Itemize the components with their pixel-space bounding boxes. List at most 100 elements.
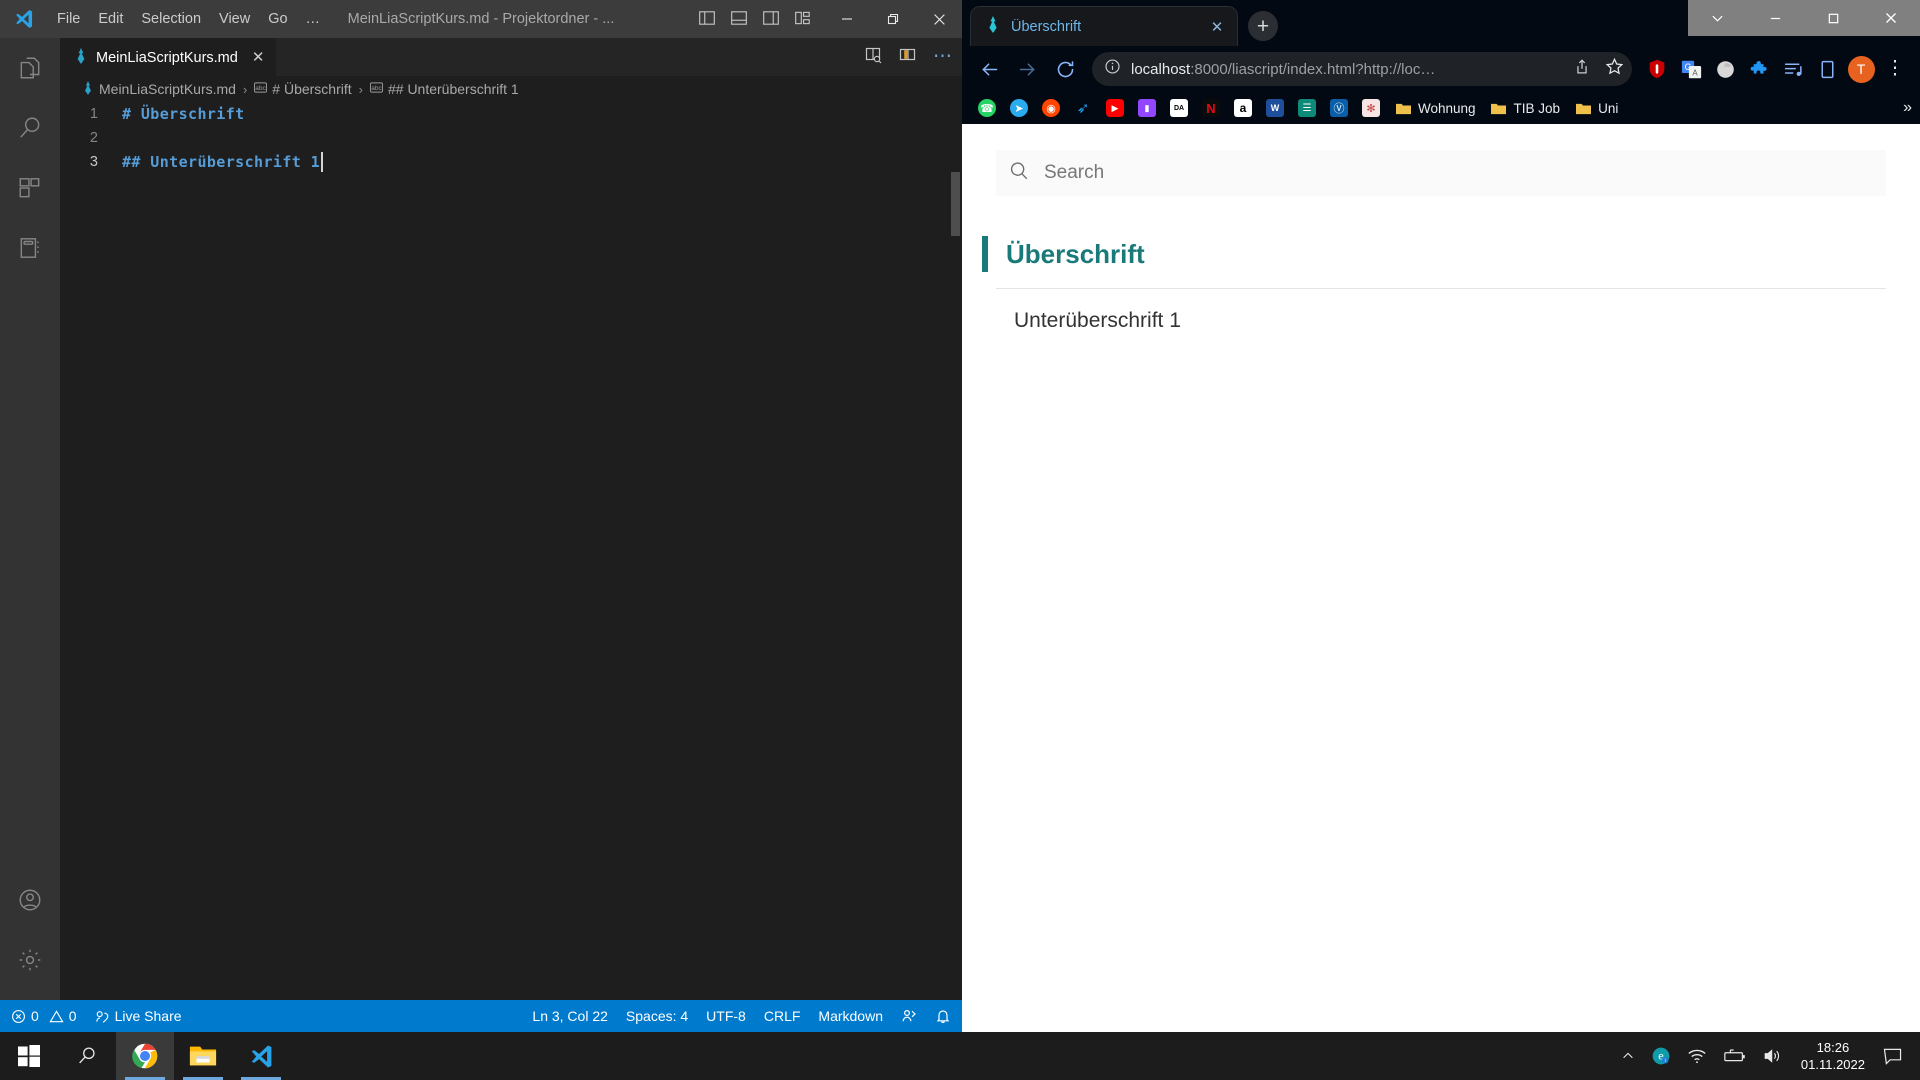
bookmarks-overflow-icon[interactable]: » [1903, 99, 1912, 117]
bookmark-folder-wohnung[interactable]: Wohnung [1388, 96, 1482, 120]
live-share-session-icon[interactable] [892, 1000, 926, 1032]
sidebar-item-manage-settings[interactable] [0, 930, 60, 990]
volume-icon[interactable] [1755, 1032, 1791, 1080]
share-icon[interactable] [1573, 58, 1591, 81]
menu-go[interactable]: Go [259, 5, 296, 33]
google-translate-icon[interactable]: GA [1676, 54, 1706, 84]
profile-avatar[interactable]: T [1846, 54, 1876, 84]
bookmark-label: TIB Job [1513, 100, 1561, 116]
chrome-tab-search-button[interactable] [1688, 0, 1746, 36]
windows-start-icon[interactable] [0, 1032, 58, 1080]
search-input[interactable]: Search [996, 150, 1886, 196]
bookmark-stempel[interactable]: ✻ [1356, 96, 1386, 120]
sidebar-item-explorer[interactable] [0, 38, 60, 98]
vscode-restore-button[interactable] [870, 0, 916, 38]
bookmark-telegram[interactable]: ➤ [1004, 96, 1034, 120]
breadcrumb-symbol-h2[interactable]: abc ## Unterüberschrift 1 [369, 81, 519, 97]
code-editor[interactable]: 1 # Überschrift 2 3 ## Unterüberschrift … [60, 102, 962, 1000]
editor-tab-meinliascriptkurs[interactable]: MeinLiaScriptKurs.md ✕ [60, 38, 278, 76]
chrome-close-button[interactable] [1862, 0, 1920, 36]
bookmark-twitter[interactable]: ➶ [1068, 96, 1098, 120]
taskbar-app-file-explorer[interactable] [174, 1032, 232, 1080]
breadcrumb-file[interactable]: MeinLiaScriptKurs.md [82, 80, 236, 98]
site-info-icon[interactable] [1104, 58, 1121, 80]
breadcrumb-symbol-h1[interactable]: abc # Überschrift [254, 81, 352, 97]
taskbar-search-icon[interactable] [58, 1032, 116, 1080]
ublock-origin-icon[interactable] [1642, 54, 1672, 84]
sidebar-item-liascript-preview[interactable] [0, 218, 60, 278]
bookmark-folder-tib-job[interactable]: TIB Job [1484, 96, 1567, 120]
notifications-bell-icon[interactable] [926, 1000, 960, 1032]
sidebar-item-accounts[interactable] [0, 870, 60, 930]
reading-list-icon[interactable] [1812, 54, 1842, 84]
open-preview-to-the-side-icon[interactable] [865, 46, 883, 69]
chrome-menu-icon[interactable]: ⋮ [1880, 54, 1910, 84]
show-hidden-icons-chevron[interactable] [1613, 1032, 1643, 1080]
status-eol[interactable]: CRLF [755, 1000, 810, 1032]
taskbar-app-vscode[interactable] [232, 1032, 290, 1080]
menu-edit[interactable]: Edit [89, 5, 132, 33]
reload-button[interactable] [1048, 52, 1082, 86]
toggle-panel-icon[interactable] [730, 9, 748, 30]
status-live-share[interactable]: Live Share [86, 1000, 191, 1032]
edge-icon[interactable]: ei [1643, 1032, 1679, 1080]
battery-icon[interactable] [1715, 1032, 1755, 1080]
bookmark-twitch[interactable]: ▮ [1132, 96, 1162, 120]
chrome-tab[interactable]: Überschrift ✕ [970, 6, 1238, 46]
sidebar-item-search[interactable] [0, 98, 60, 158]
code-line-active[interactable]: 3 ## Unterüberschrift 1 [60, 150, 962, 174]
toggle-secondary-sidebar-icon[interactable] [762, 9, 780, 30]
vscode-minimize-button[interactable] [824, 0, 870, 38]
bookmark-reddit[interactable]: ◉ [1036, 96, 1066, 120]
editor-tab-close-icon[interactable]: ✕ [252, 50, 265, 65]
code-line[interactable]: 1 # Überschrift [60, 102, 962, 126]
customize-layout-icon[interactable] [794, 9, 812, 30]
chrome-tab-close-icon[interactable]: ✕ [1207, 17, 1227, 37]
chrome-maximize-button[interactable] [1804, 0, 1862, 36]
menu-selection[interactable]: Selection [132, 5, 210, 33]
menu-more[interactable]: … [297, 5, 332, 33]
status-cursor-position[interactable]: Ln 3, Col 22 [523, 1000, 617, 1032]
vscode-menubar[interactable]: File Edit Selection View Go … [48, 5, 331, 33]
chrome-window-controls[interactable] [1688, 0, 1920, 36]
bookmark-whatsapp[interactable]: ☎ [972, 96, 1002, 120]
bookmark-sparkasse[interactable]: ☰ [1292, 96, 1322, 120]
editor-more-actions-icon[interactable]: ⋯ [933, 47, 954, 66]
editor-scrollbar[interactable] [948, 166, 962, 1000]
puzzle-extensions-icon[interactable] [1744, 54, 1774, 84]
bookmark-ing[interactable]: Ⓥ [1324, 96, 1354, 120]
bookmark-youtube[interactable]: ▶ [1100, 96, 1130, 120]
toggle-primary-sidebar-icon[interactable] [698, 9, 716, 30]
bookmark-star-icon[interactable] [1605, 57, 1624, 81]
address-bar[interactable]: localhost:8000/liascript/index.html?http… [1092, 52, 1632, 86]
chrome-extension-icon[interactable] [1710, 54, 1740, 84]
back-button[interactable] [972, 52, 1006, 86]
taskbar-app-chrome[interactable] [116, 1032, 174, 1080]
vscode-close-button[interactable] [916, 0, 962, 38]
status-problems[interactable]: 0 0 [2, 1000, 86, 1032]
bookmark-folder-uni[interactable]: Uni [1568, 96, 1624, 120]
chrome-minimize-button[interactable] [1746, 0, 1804, 36]
bookmark-dazn[interactable]: DA [1164, 96, 1194, 120]
folder-icon [1490, 99, 1508, 117]
wifi-icon[interactable] [1679, 1032, 1715, 1080]
bookmark-vw[interactable]: W [1260, 96, 1290, 120]
forward-button[interactable] [1010, 52, 1044, 86]
bookmark-netflix[interactable]: N [1196, 96, 1226, 120]
code-line[interactable]: 2 [60, 126, 962, 150]
new-tab-button[interactable]: + [1248, 11, 1278, 41]
status-language-mode[interactable]: Markdown [809, 1000, 892, 1032]
taskbar-clock[interactable]: 18:26 01.11.2022 [1791, 1032, 1875, 1080]
action-center-icon[interactable] [1875, 1032, 1914, 1080]
bookmark-amazon[interactable]: a [1228, 96, 1258, 120]
playlist-icon[interactable] [1778, 54, 1808, 84]
split-editor-icon[interactable] [899, 46, 917, 69]
editor-scrollbar-thumb[interactable] [951, 172, 960, 236]
vscode-layout-controls[interactable] [698, 0, 812, 38]
vscode-window-controls[interactable] [824, 0, 962, 38]
sidebar-item-extensions[interactable] [0, 158, 60, 218]
status-indentation[interactable]: Spaces: 4 [617, 1000, 697, 1032]
menu-view[interactable]: View [210, 5, 259, 33]
status-encoding[interactable]: UTF-8 [697, 1000, 755, 1032]
menu-file[interactable]: File [48, 5, 89, 33]
